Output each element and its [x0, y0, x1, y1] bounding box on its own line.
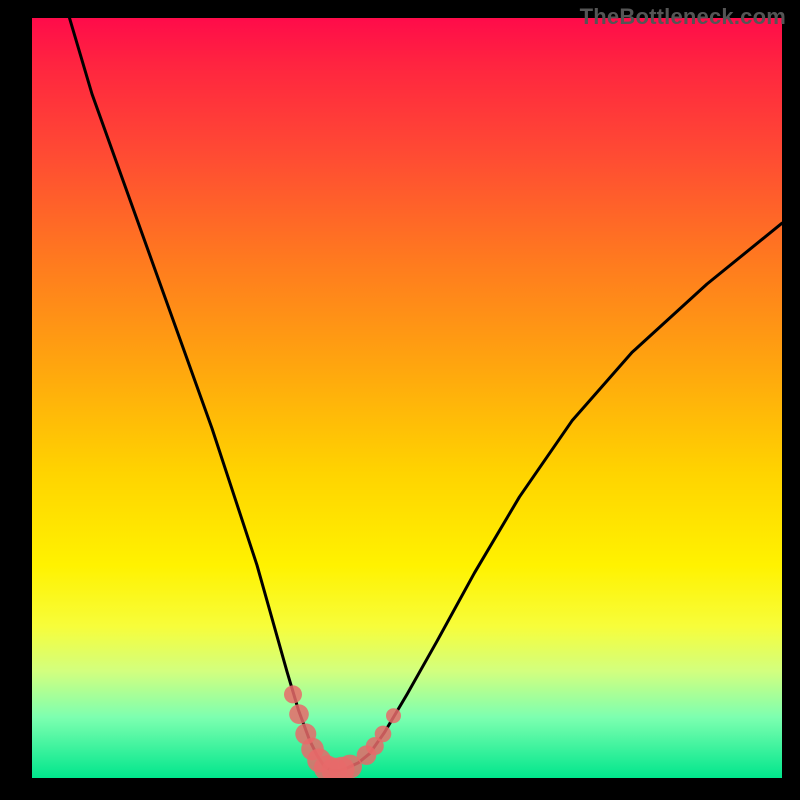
plot-area: [32, 18, 782, 778]
curve-marker: [386, 708, 401, 723]
bottleneck-plot: [32, 18, 782, 778]
curve-marker: [289, 704, 309, 724]
chart-frame: TheBottleneck.com: [0, 0, 800, 800]
watermark-text: TheBottleneck.com: [580, 4, 786, 30]
curve-marker: [284, 685, 302, 703]
bottleneck-curve: [70, 18, 783, 770]
curve-marker: [375, 726, 392, 743]
